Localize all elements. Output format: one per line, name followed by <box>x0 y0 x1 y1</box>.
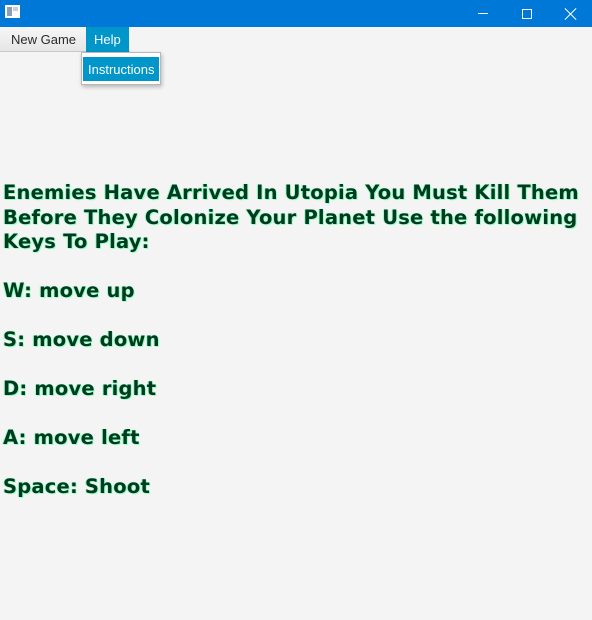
key-instruction: D: move right <box>3 377 157 400</box>
maximize-button[interactable] <box>504 0 550 27</box>
menu-new-game[interactable]: New Game <box>0 27 86 52</box>
minimize-button[interactable] <box>460 0 506 27</box>
menu-bar: New Game Help <box>0 27 130 52</box>
close-button[interactable] <box>548 0 592 27</box>
key-instruction: W: move up <box>3 279 135 302</box>
game-window: New Game Help Instructions Enemies Have … <box>0 0 592 620</box>
menu-help[interactable]: Help <box>86 27 129 52</box>
minimize-icon <box>478 13 488 14</box>
key-instruction: A: move left <box>3 426 140 449</box>
menu-item-instructions[interactable]: Instructions <box>83 57 159 81</box>
close-icon <box>565 8 577 20</box>
instructions-text: Enemies Have Arrived In Utopia You Must … <box>3 181 588 500</box>
maximize-icon <box>522 8 532 19</box>
instructions-intro: Enemies Have Arrived In Utopia You Must … <box>3 181 579 253</box>
title-bar[interactable] <box>0 0 592 27</box>
app-window-icon <box>5 5 20 18</box>
key-instruction: Space: Shoot <box>3 475 150 498</box>
help-dropdown: Instructions <box>81 52 161 85</box>
key-instruction: S: move down <box>3 328 160 351</box>
